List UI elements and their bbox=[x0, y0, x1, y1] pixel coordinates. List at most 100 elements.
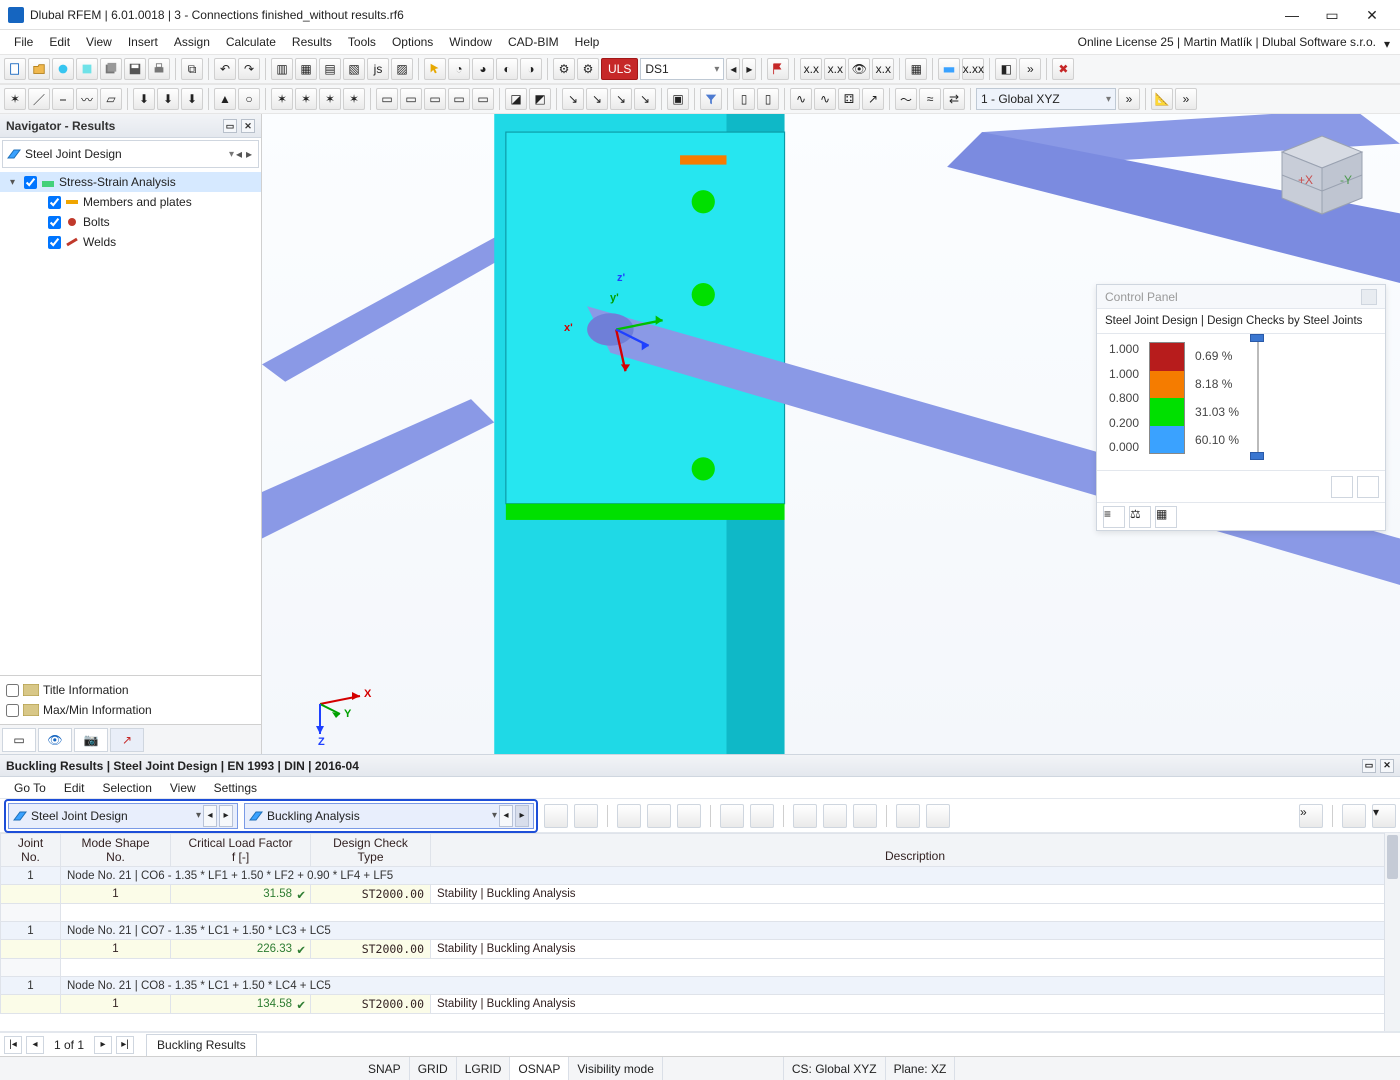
results-btn-overflow[interactable]: » bbox=[1299, 804, 1323, 828]
results-menu-view[interactable]: View bbox=[162, 781, 204, 795]
merge-button[interactable]: ⇄ bbox=[943, 88, 965, 110]
addon-picker-prev[interactable]: ◂ bbox=[203, 805, 217, 827]
navigator-scope-next[interactable]: ▸ bbox=[244, 147, 254, 161]
status-snap[interactable]: SNAP bbox=[360, 1057, 410, 1080]
table-row[interactable]: 131.58ST2000.00Stability | Buckling Anal… bbox=[1, 885, 1400, 904]
navigator-scope-combo[interactable]: Steel Joint Design ▾ ◂ ▸ bbox=[2, 140, 259, 168]
legend-tab-colors[interactable]: ≡ bbox=[1103, 506, 1125, 528]
graph2-button[interactable]: ∿ bbox=[814, 88, 836, 110]
load-node-button[interactable]: ⬇ bbox=[133, 88, 155, 110]
menu-view[interactable]: View bbox=[78, 33, 120, 51]
navigator-scope-prev[interactable]: ◂ bbox=[234, 147, 244, 161]
select-filter-button[interactable]: ◑ bbox=[520, 58, 542, 80]
uls-pill[interactable]: ULS bbox=[601, 58, 638, 80]
open-button[interactable] bbox=[28, 58, 50, 80]
asterisk4-button[interactable]: ✶ bbox=[343, 88, 365, 110]
asterisk1-button[interactable]: ✶ bbox=[271, 88, 293, 110]
table-picker-prev[interactable]: ◂ bbox=[499, 805, 513, 827]
results-btn-1[interactable] bbox=[544, 804, 568, 828]
nav-tab-display[interactable]: 👁 bbox=[38, 728, 72, 752]
tree-node-welds[interactable]: Welds bbox=[0, 232, 261, 252]
diagram-button[interactable] bbox=[938, 58, 960, 80]
status-osnap[interactable]: OSNAP bbox=[510, 1057, 569, 1080]
print-button[interactable] bbox=[148, 58, 170, 80]
menu-window[interactable]: Window bbox=[441, 33, 500, 51]
box1-button[interactable]: ▭ bbox=[376, 88, 398, 110]
legend-slider-top-thumb[interactable] bbox=[1250, 334, 1264, 342]
pager-next[interactable]: ▸ bbox=[94, 1036, 112, 1054]
results-scroll-thumb[interactable] bbox=[1387, 835, 1398, 879]
surface-button[interactable]: ▱ bbox=[100, 88, 122, 110]
control-panel-close-button[interactable] bbox=[1361, 289, 1377, 305]
minimize-button[interactable]: — bbox=[1272, 1, 1312, 29]
results-close-button[interactable]: ✕ bbox=[1380, 759, 1394, 773]
ds-next-button[interactable]: ▸ bbox=[742, 58, 756, 80]
menu-results[interactable]: Results bbox=[284, 33, 340, 51]
results-btn-4[interactable] bbox=[647, 804, 671, 828]
cloud-button[interactable] bbox=[52, 58, 74, 80]
flag-red-button[interactable] bbox=[767, 58, 789, 80]
navigator-pin-button[interactable]: ▭ bbox=[223, 119, 237, 133]
save-button[interactable] bbox=[124, 58, 146, 80]
ds-prev-button[interactable]: ◂ bbox=[726, 58, 740, 80]
wave-button[interactable]: 〜 bbox=[895, 88, 917, 110]
menu-cadbim[interactable]: CAD-BIM bbox=[500, 33, 567, 51]
design-situation-combo[interactable]: DS1▾ bbox=[640, 58, 724, 80]
panel-button[interactable]: ▥ bbox=[271, 58, 293, 80]
status-grid[interactable]: GRID bbox=[410, 1057, 457, 1080]
results-pin-button[interactable]: ▭ bbox=[1362, 759, 1376, 773]
maximize-button[interactable]: ▭ bbox=[1312, 1, 1352, 29]
results-menu-settings[interactable]: Settings bbox=[206, 781, 265, 795]
script-button[interactable]: js bbox=[367, 58, 389, 80]
save-all-button[interactable] bbox=[100, 58, 122, 80]
load-area-button[interactable]: ⬇ bbox=[181, 88, 203, 110]
arrowset1-button[interactable]: ↘ bbox=[562, 88, 584, 110]
license-dropdown-icon[interactable]: ▾ bbox=[1384, 37, 1394, 47]
model-viewport[interactable]: z' x' y' X Y Z +X -Y bbox=[262, 114, 1400, 754]
status-visibility[interactable]: Visibility mode bbox=[569, 1057, 662, 1080]
close-button[interactable]: ✕ bbox=[1352, 1, 1392, 29]
menu-calculate[interactable]: Calculate bbox=[218, 33, 284, 51]
results-addon-picker[interactable]: Steel Joint Design ▾ ◂ ▸ bbox=[8, 803, 238, 829]
calc-button[interactable]: ⚙ bbox=[553, 58, 575, 80]
menu-options[interactable]: Options bbox=[384, 33, 441, 51]
table-group-row[interactable]: 1Node No. 21 | CO6 - 1.35 * LF1 + 1.50 *… bbox=[1, 867, 1400, 885]
pager-prev[interactable]: ◂ bbox=[26, 1036, 44, 1054]
model-button[interactable] bbox=[76, 58, 98, 80]
arrowset4-button[interactable]: ↘ bbox=[634, 88, 656, 110]
results-btn-export[interactable] bbox=[1342, 804, 1366, 828]
menu-help[interactable]: Help bbox=[567, 33, 608, 51]
dice-button[interactable]: ⚃ bbox=[838, 88, 860, 110]
tree-check-members[interactable] bbox=[48, 196, 61, 209]
cs-overflow-button[interactable]: » bbox=[1118, 88, 1140, 110]
panel3-button[interactable]: ▧ bbox=[343, 58, 365, 80]
overflow-button[interactable]: » bbox=[1019, 58, 1041, 80]
arrowset2-button[interactable]: ↘ bbox=[586, 88, 608, 110]
results-btn-export-more[interactable]: ▾ bbox=[1372, 804, 1396, 828]
pager-first[interactable]: |◂ bbox=[4, 1036, 22, 1054]
tilde-button[interactable]: ≈ bbox=[919, 88, 941, 110]
grid3d-button[interactable]: ▦ bbox=[905, 58, 927, 80]
legend-tab-filter[interactable]: ▦ bbox=[1155, 506, 1177, 528]
box2-button[interactable]: ▭ bbox=[400, 88, 422, 110]
show-numbers-button[interactable]: x.x bbox=[800, 58, 822, 80]
tree-check-welds[interactable] bbox=[48, 236, 61, 249]
legend-tab-factors[interactable]: ⚖ bbox=[1129, 506, 1151, 528]
results-btn-2[interactable] bbox=[574, 804, 598, 828]
panel2-button[interactable]: ▤ bbox=[319, 58, 341, 80]
results-btn-decimals[interactable] bbox=[926, 804, 950, 828]
results-btn-6[interactable] bbox=[720, 804, 744, 828]
select-lasso-button[interactable]: ◐ bbox=[496, 58, 518, 80]
coord-system-combo[interactable]: 1 - Global XYZ▾ bbox=[976, 88, 1116, 110]
node-button[interactable]: ✶ bbox=[4, 88, 26, 110]
tree-check-bolts[interactable] bbox=[48, 216, 61, 229]
nav-tab-results[interactable]: ↗ bbox=[110, 728, 144, 752]
solid2-button[interactable]: ◩ bbox=[529, 88, 551, 110]
select-button[interactable] bbox=[424, 58, 446, 80]
results-menu-edit[interactable]: Edit bbox=[56, 781, 93, 795]
section2-button[interactable]: ▯ bbox=[757, 88, 779, 110]
load-line-button[interactable]: ⬇ bbox=[157, 88, 179, 110]
legend-edit-button[interactable] bbox=[1331, 476, 1353, 498]
tree-node-stress-strain[interactable]: ▾ Stress-Strain Analysis bbox=[0, 172, 261, 192]
table-group-row[interactable]: 1Node No. 21 | CO7 - 1.35 * LC1 + 1.50 *… bbox=[1, 922, 1400, 940]
